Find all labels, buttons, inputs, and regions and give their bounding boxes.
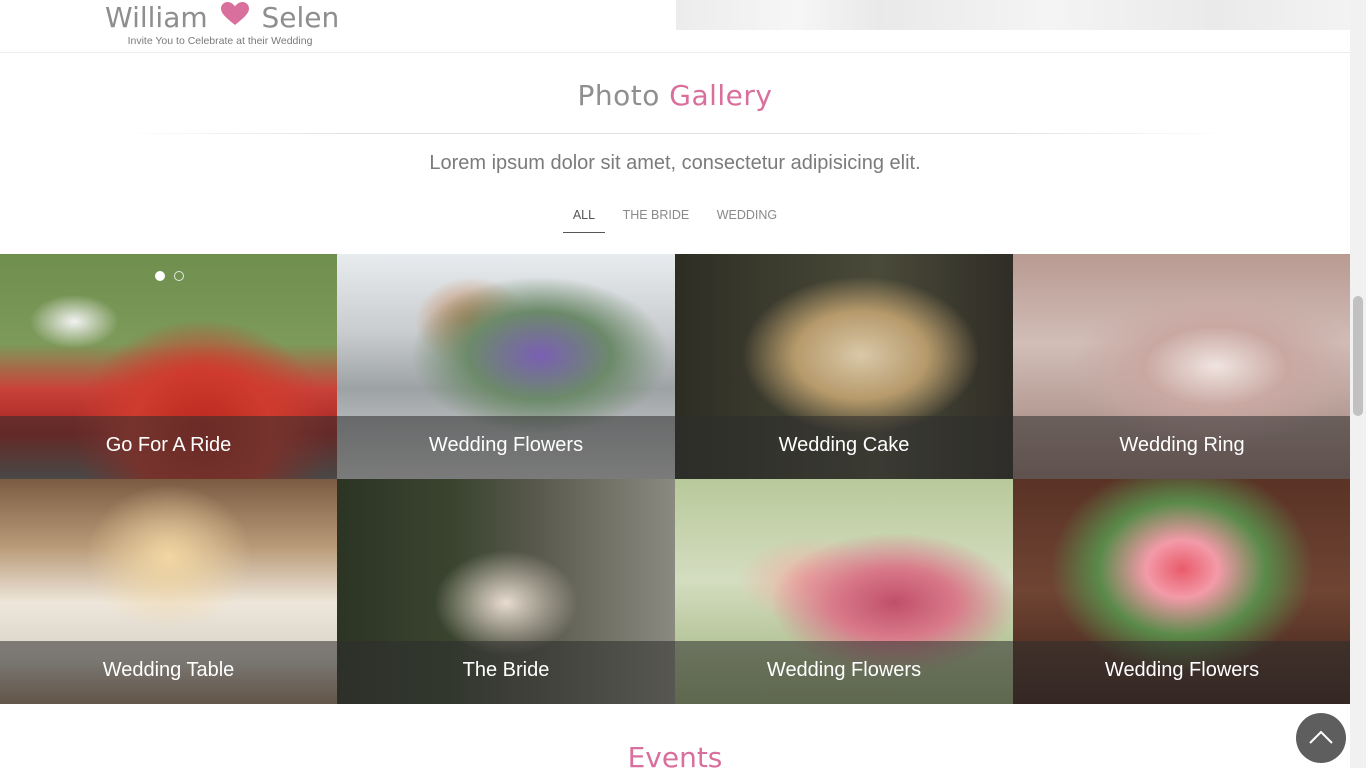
filter-wedding[interactable]: WEDDING bbox=[707, 204, 787, 232]
gallery-tile-caption: Wedding Ring bbox=[1013, 416, 1351, 479]
gallery-tile[interactable]: Wedding Flowers bbox=[1013, 479, 1351, 704]
gallery-tile-caption: The Bride bbox=[337, 641, 675, 704]
events-title: Events bbox=[627, 741, 723, 774]
gallery-tile[interactable]: Wedding Flowers bbox=[337, 254, 675, 479]
logo-names: William Selen bbox=[105, 1, 339, 34]
scrollbar[interactable] bbox=[1350, 0, 1366, 768]
gallery-title-part1: Photo bbox=[577, 79, 660, 112]
slider-dot-active[interactable] bbox=[155, 271, 165, 281]
slider-dot[interactable] bbox=[174, 271, 185, 281]
gallery-title-part2: Gallery bbox=[669, 79, 773, 112]
logo-tagline: Invite You to Celebrate at their Wedding bbox=[127, 35, 313, 47]
scroll-top-button[interactable] bbox=[1296, 713, 1346, 763]
filter-all[interactable]: ALL bbox=[562, 204, 606, 233]
gallery-filters: ALL THE BRIDE WEDDING bbox=[0, 204, 1350, 233]
gallery-tile-caption: Wedding Flowers bbox=[1013, 641, 1351, 704]
gallery-tile[interactable]: Wedding Flowers bbox=[675, 479, 1013, 704]
gallery-tile-caption: Go For A Ride bbox=[0, 416, 337, 479]
gallery-tile[interactable]: The Bride bbox=[337, 479, 675, 704]
header-banner-image bbox=[676, 0, 1350, 30]
gallery-tile[interactable]: Wedding Table bbox=[0, 479, 337, 704]
gallery-tile-caption: Wedding Cake bbox=[675, 416, 1013, 479]
gallery-grid: Go For A Ride Wedding Flowers Wedding Ca… bbox=[0, 254, 1351, 704]
gallery-tile-caption: Wedding Flowers bbox=[675, 641, 1013, 704]
slider-dots bbox=[155, 268, 189, 286]
gallery-tile[interactable]: Wedding Ring bbox=[1013, 254, 1351, 479]
logo[interactable]: William Selen Invite You to Celebrate at… bbox=[105, 1, 339, 48]
logo-name-groom: William bbox=[105, 1, 208, 34]
heart-icon bbox=[220, 1, 249, 33]
chevron-up-icon bbox=[1309, 730, 1333, 744]
logo-name-bride: Selen bbox=[261, 1, 340, 34]
gallery-tile[interactable]: Wedding Cake bbox=[675, 254, 1013, 479]
gallery-tile[interactable]: Go For A Ride bbox=[0, 254, 337, 479]
gallery-tile-caption: Wedding Flowers bbox=[337, 416, 675, 479]
gallery-subtitle: Lorem ipsum dolor sit amet, consectetur … bbox=[429, 152, 921, 174]
filter-the-bride[interactable]: THE BRIDE bbox=[613, 204, 700, 232]
gallery-title: Photo Gallery bbox=[0, 78, 1350, 114]
scrollbar-thumb[interactable] bbox=[1353, 296, 1363, 416]
gallery-tile-caption: Wedding Table bbox=[0, 641, 337, 704]
title-divider bbox=[120, 133, 1230, 134]
site-header: William Selen Invite You to Celebrate at… bbox=[0, 0, 1350, 53]
